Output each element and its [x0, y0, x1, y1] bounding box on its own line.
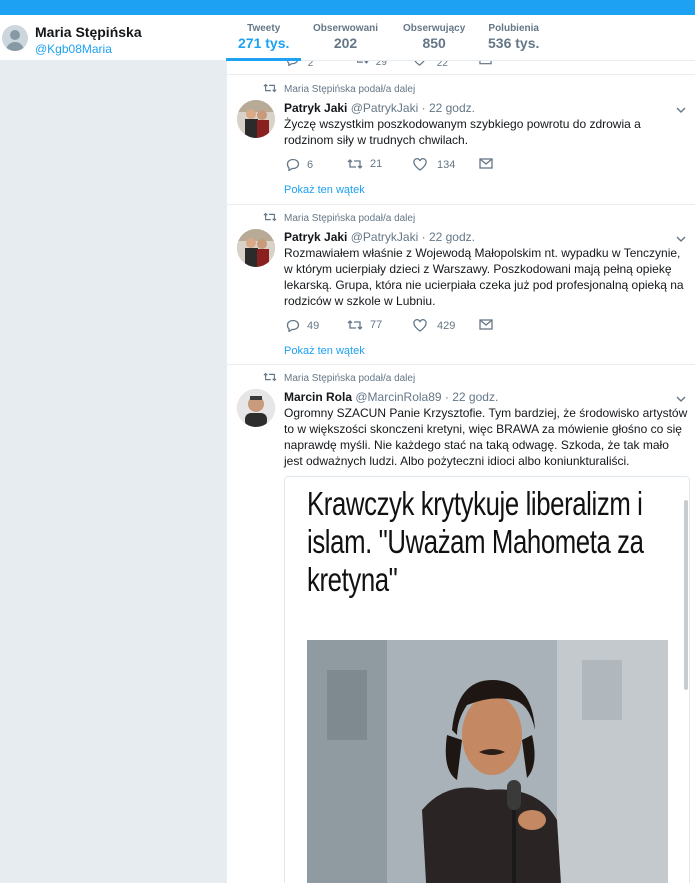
- retweet-icon: [263, 212, 277, 222]
- reply-button[interactable]: 6: [286, 158, 313, 171]
- tweet-time[interactable]: · 22 godz.: [422, 230, 475, 244]
- chevron-down-icon[interactable]: [676, 235, 686, 243]
- show-thread-link[interactable]: Pokaż ten wątek: [284, 345, 365, 357]
- show-thread-link[interactable]: Pokaż ten wątek: [284, 184, 365, 196]
- stat-label: Obserwowani: [313, 23, 379, 34]
- stat-likes[interactable]: Polubienia 536 tys.: [488, 23, 539, 51]
- stat-label: Obserwujący: [403, 23, 466, 34]
- retweet-icon: [263, 372, 277, 382]
- heart-icon: [414, 61, 425, 66]
- author-name[interactable]: Patryk Jaki: [284, 230, 347, 244]
- retweet-button[interactable]: 77: [347, 319, 382, 331]
- retweet-context[interactable]: Maria Stępińska podał/a dalej: [284, 373, 415, 384]
- retweet-context[interactable]: Maria Stępińska podał/a dalej: [284, 84, 415, 95]
- stat-tweets[interactable]: Tweety 271 tys.: [238, 23, 289, 51]
- card-title: Krawczyk krytykuje liberalizm i islam. "…: [307, 485, 644, 598]
- tweet-time[interactable]: · 22 godz.: [422, 101, 475, 115]
- stat-value: 536 tys.: [488, 35, 540, 51]
- tweet-text: Rozmawiałem właśnie z Wojewodą Małopolsk…: [284, 246, 684, 308]
- card-scrollbar[interactable]: [684, 500, 688, 690]
- heart-icon: [413, 319, 427, 332]
- author-name[interactable]: Patryk Jaki: [284, 101, 347, 115]
- message-button[interactable]: [479, 319, 500, 330]
- previous-tweet-actions: 2 29 22: [227, 61, 695, 75]
- tweet[interactable]: Maria Stępińska podał/a dalej Marcin Rol…: [227, 365, 695, 883]
- timeline: 2 29 22 Maria Stępińska podał/a dalej Pa…: [226, 61, 695, 883]
- retweet-context[interactable]: Maria Stępińska podał/a dalej: [284, 213, 415, 224]
- stat-value: 202: [333, 35, 358, 51]
- stat-following[interactable]: Obserwowani 202: [313, 23, 378, 51]
- default-profile-icon[interactable]: [2, 25, 28, 51]
- message-button[interactable]: [479, 158, 500, 169]
- avatar[interactable]: [237, 389, 275, 427]
- profile-name[interactable]: Maria Stępińska: [35, 24, 142, 40]
- envelope-icon: [479, 319, 493, 330]
- tweet-header: Patryk Jaki @PatrykJaki · 22 godz.: [284, 101, 475, 115]
- reply-icon: [286, 319, 300, 332]
- tweet[interactable]: Maria Stępińska podał/a dalej Patryk Jak…: [227, 205, 695, 365]
- chevron-down-icon[interactable]: [676, 395, 686, 403]
- reply-button[interactable]: 49: [286, 319, 319, 332]
- author-handle[interactable]: @PatrykJaki: [351, 230, 419, 244]
- retweet-button[interactable]: 29: [355, 61, 387, 68]
- tweet[interactable]: Maria Stępińska podał/a dalej Patryk Jak…: [227, 76, 695, 205]
- tweet-actions: 6 21 134: [284, 158, 544, 176]
- like-button[interactable]: 134: [413, 158, 455, 171]
- retweet-icon: [347, 159, 363, 169]
- tweet-text: Życzę wszystkim poszkodowanym szybkiego …: [284, 117, 641, 147]
- avatar[interactable]: [237, 229, 275, 267]
- author-name[interactable]: Marcin Rola: [284, 390, 352, 404]
- tweet-text: Ogromny SZACUN Panie Krzysztofie. Tym ba…: [284, 406, 688, 468]
- link-preview-card[interactable]: Krawczyk krytykuje liberalizm i islam. "…: [284, 476, 690, 883]
- stat-value: 850: [422, 35, 446, 51]
- retweet-icon: [263, 83, 277, 93]
- retweet-icon: [347, 320, 363, 330]
- profile-handle[interactable]: @Kgb08Maria: [35, 42, 112, 56]
- author-handle[interactable]: @PatrykJaki: [351, 101, 419, 115]
- stat-followers[interactable]: Obserwujący 850: [403, 23, 465, 51]
- author-handle[interactable]: @MarcinRola89: [355, 390, 441, 404]
- top-accent-bar: [0, 0, 695, 15]
- envelope-icon: [479, 61, 492, 65]
- reply-icon: [286, 158, 300, 171]
- message-button[interactable]: [479, 61, 492, 68]
- stat-label: Tweety: [247, 23, 281, 34]
- retweet-icon: [357, 61, 369, 64]
- reply-icon: [286, 61, 298, 67]
- tweet-header: Marcin Rola @MarcinRola89 · 22 godz.: [284, 390, 498, 404]
- retweet-button[interactable]: 21: [347, 158, 382, 170]
- tweet-actions: 49 77 429: [284, 319, 544, 337]
- tweet-header: Patryk Jaki @PatrykJaki · 22 godz.: [284, 230, 475, 244]
- profile-header-bar: Maria Stępińska @Kgb08Maria Tweety 271 t…: [0, 15, 695, 61]
- tweet-time[interactable]: · 22 godz.: [445, 390, 498, 404]
- envelope-icon: [479, 158, 493, 169]
- heart-icon: [413, 158, 427, 171]
- reply-button[interactable]: 2: [286, 61, 313, 69]
- like-button[interactable]: 22: [413, 61, 448, 69]
- stat-value: 271 tys.: [238, 35, 290, 51]
- like-button[interactable]: 429: [413, 319, 455, 332]
- chevron-down-icon[interactable]: [676, 106, 686, 114]
- card-image: [307, 640, 668, 883]
- avatar[interactable]: [237, 100, 275, 138]
- stat-label: Polubienia: [488, 23, 539, 34]
